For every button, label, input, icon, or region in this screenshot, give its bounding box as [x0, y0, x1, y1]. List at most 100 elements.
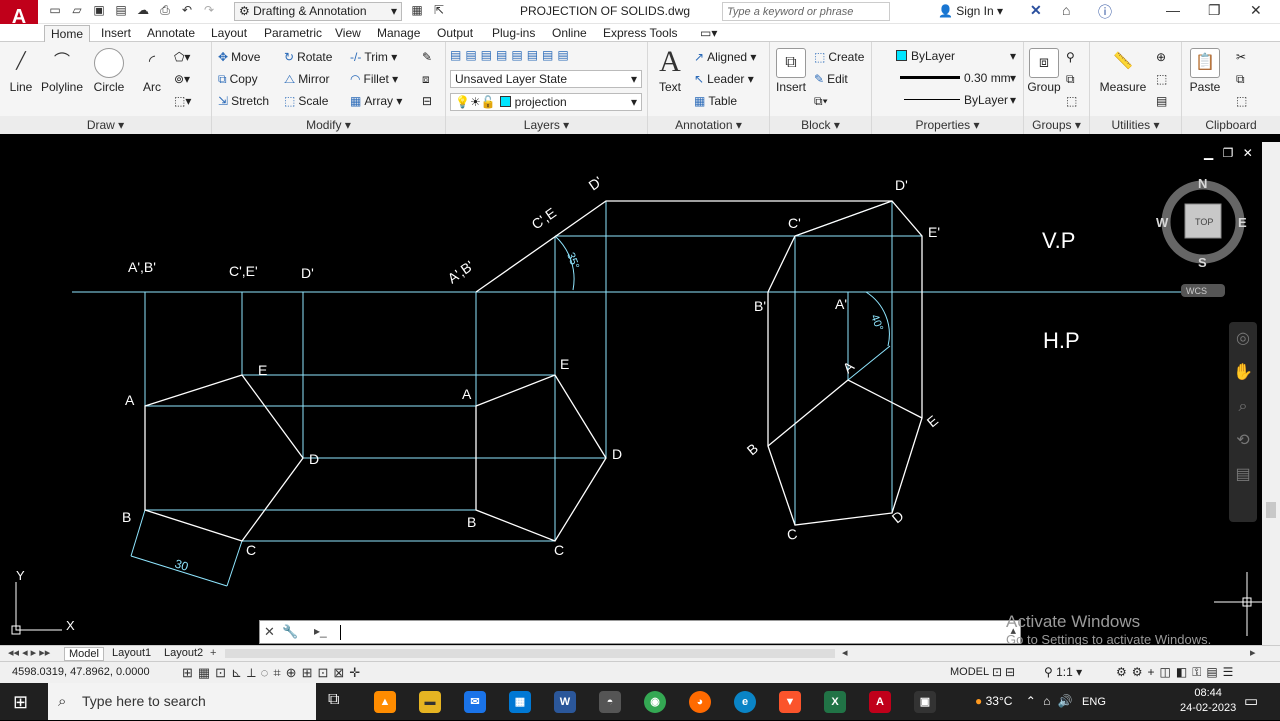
command-line[interactable]: ✕ 🔧 ▸_ ▴ [259, 620, 1021, 644]
pentagon-top-view[interactable] [144, 374, 304, 542]
vertical-scrollbar[interactable] [1262, 142, 1280, 645]
tab-express-tools[interactable]: Express Tools [597, 25, 683, 42]
orbit-icon[interactable]: ⟲ [1229, 424, 1257, 458]
trim-button[interactable]: -/- Trim ▾ [350, 48, 397, 66]
group-edit-tool[interactable]: ⧉ [1066, 70, 1075, 88]
steering-wheel-icon[interactable]: ◎ [1229, 322, 1257, 356]
excel-icon[interactable]: X [824, 691, 846, 713]
tab-insert[interactable]: Insert [95, 25, 137, 42]
tab-layout[interactable]: Layout [205, 25, 253, 42]
aligned-button[interactable]: ↗ Aligned ▾ [694, 48, 756, 66]
share-icon[interactable]: ⇱ [430, 3, 448, 19]
drawing-svg[interactable]: A',B' C',E' D' A B C D E 30 A',B' C',E D… [0, 142, 1262, 645]
groups-panel-title[interactable]: Groups ▾ [1024, 116, 1089, 134]
tab-manage[interactable]: Manage [371, 25, 426, 42]
linetype-dropdown[interactable]: ByLayer ▾ [876, 92, 1020, 110]
horizontal-scrollbar[interactable] [225, 649, 835, 658]
command-input[interactable] [340, 625, 341, 640]
app-taskbar-icon[interactable]: ▣ [914, 691, 936, 713]
leader-button[interactable]: ↖ Leader ▾ [694, 70, 754, 88]
brave-icon[interactable]: ▼ [779, 691, 801, 713]
drawing-area[interactable]: A',B' C',E' D' A B C D E 30 A',B' C',E D… [0, 142, 1262, 645]
command-prompt-icon[interactable]: ▸_ [314, 624, 327, 638]
properties-panel-title[interactable]: Properties ▾ [872, 116, 1023, 134]
open-file-icon[interactable]: ▱ [68, 3, 86, 19]
tab-model[interactable]: Model [64, 647, 104, 661]
stretch-button[interactable]: ⇲ Stretch [218, 92, 269, 110]
insert-button[interactable]: ⧉ Insert [776, 48, 806, 94]
clipboard-panel-title[interactable]: Clipboard [1182, 116, 1280, 134]
tab-layout2[interactable]: Layout2 [160, 647, 207, 661]
rectangle-tool[interactable]: ⬠▾ [174, 48, 190, 66]
word-icon[interactable]: W [554, 691, 576, 713]
top-view-3-edges[interactable] [767, 379, 923, 447]
erase-tool[interactable]: ✎ [422, 48, 432, 66]
store-icon[interactable]: ▦ [509, 691, 531, 713]
close-icon[interactable]: ✕ [1250, 2, 1262, 19]
cut-tool[interactable]: ✂ [1236, 48, 1246, 66]
draw-panel-title[interactable]: Draw ▾ [0, 116, 211, 134]
chrome-icon[interactable]: ◉ [644, 691, 666, 713]
match-props-tool[interactable]: ⬚ [1236, 92, 1247, 110]
vlc-icon[interactable]: ▲ [374, 691, 396, 713]
help-icon[interactable]: ⓘ [1098, 2, 1112, 22]
sign-in-button[interactable]: 👤 Sign In ▾ [938, 4, 1003, 18]
angle-40[interactable]: 40° [868, 313, 885, 333]
measure-button[interactable]: 📏 Measure [1098, 48, 1148, 94]
wrench-icon[interactable]: 🔧 [282, 624, 298, 640]
save-icon[interactable]: ▣ [90, 3, 108, 19]
exchange-icon[interactable]: ✕ [1030, 2, 1042, 19]
ribbon-options-icon[interactable]: ▭▾ [694, 25, 723, 42]
layer-icon[interactable]: ▦ [408, 3, 426, 19]
layer-tools-row[interactable]: ▤▤▤▤▤▤▤▤ [450, 46, 573, 64]
tray-chevron-icon[interactable]: ⌃ [1026, 694, 1036, 708]
network-tray-icon[interactable]: ⌂ [1043, 694, 1050, 708]
clock[interactable]: 08:44 24-02-2023 [1180, 686, 1236, 716]
notification-icon[interactable]: ▭ [1244, 692, 1258, 710]
rotate-button[interactable]: ↻ Rotate [284, 48, 332, 66]
tab-view[interactable]: View [329, 25, 367, 42]
compass-w[interactable]: W [1156, 215, 1169, 230]
viewport-restore-icon[interactable]: ❐ [1223, 146, 1234, 160]
mirror-button[interactable]: ⧍ Mirror [284, 70, 330, 88]
tab-annotate[interactable]: Annotate [141, 25, 201, 42]
modify-panel-title[interactable]: Modify ▾ [212, 116, 445, 134]
circle-button[interactable]: Circle [92, 48, 126, 94]
line-button[interactable]: ╱ Line [6, 48, 36, 94]
attributes-button[interactable]: ⧉▾ [814, 92, 828, 110]
cmd-close-icon[interactable]: ✕ [264, 624, 275, 640]
ungroup-tool[interactable]: ⚲ [1066, 48, 1075, 66]
table-button[interactable]: ▦ Table [694, 92, 737, 110]
group-select-tool[interactable]: ⬚ [1066, 92, 1077, 110]
select-all-tool[interactable]: ⬚ [1156, 70, 1167, 88]
viewcube[interactable]: TOP N S E W WCS [1156, 176, 1247, 297]
compass-s[interactable]: S [1198, 255, 1207, 270]
model-space-button[interactable]: MODEL [950, 666, 989, 678]
tab-plugins[interactable]: Plug-ins [486, 25, 541, 42]
tab-output[interactable]: Output [431, 25, 479, 42]
minimize-icon[interactable]: — [1166, 2, 1180, 18]
vertical-scroll-thumb[interactable] [1266, 502, 1276, 518]
create-block-button[interactable]: ⬚ Create [814, 48, 864, 66]
weather-icon[interactable]: ● [975, 694, 982, 708]
file-explorer-icon[interactable]: ▬ [419, 691, 441, 713]
search-input[interactable]: Type a keyword or phrase [722, 2, 890, 21]
compass-n[interactable]: N [1198, 176, 1207, 191]
region-tool[interactable]: ⬚▾ [174, 92, 191, 110]
tab-home[interactable]: Home [44, 25, 91, 42]
print-icon[interactable]: ⎙ [156, 3, 174, 19]
copy-button[interactable]: ⧉ Copy [218, 70, 258, 88]
polyline-button[interactable]: ⌒ Polyline [40, 48, 84, 94]
mail-icon[interactable]: ✉ [464, 691, 486, 713]
cloud-icon[interactable]: ☁ [134, 3, 152, 19]
redo-icon[interactable]: ↷ [200, 3, 218, 19]
compass-e[interactable]: E [1238, 215, 1247, 230]
angle-35[interactable]: 35° [564, 251, 581, 271]
fillet-button[interactable]: ◠ Fillet ▾ [350, 70, 398, 88]
status-tray-icons[interactable]: ⚙⚙+◫◧⚿▤☰ [1116, 665, 1238, 680]
autocad-taskbar-icon[interactable]: A [869, 691, 891, 713]
layers-panel-title[interactable]: Layers ▾ [446, 116, 647, 134]
lineweight-dropdown[interactable]: 0.30 mm ▾ [876, 70, 1020, 88]
new-file-icon[interactable]: ▭ [46, 3, 64, 19]
annotation-scale[interactable]: ⚲ 1:1 ▾ [1044, 665, 1082, 679]
